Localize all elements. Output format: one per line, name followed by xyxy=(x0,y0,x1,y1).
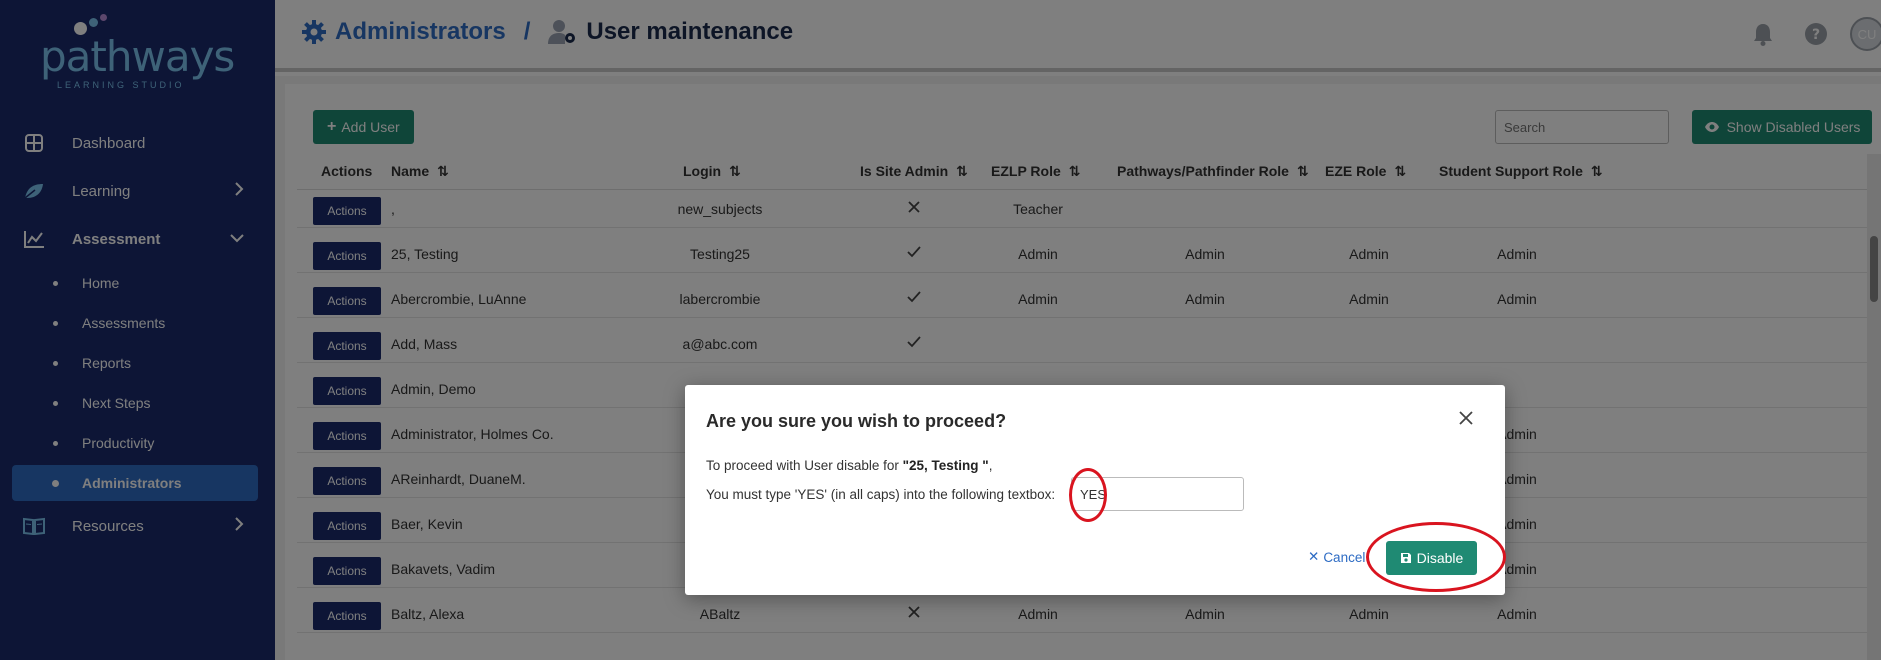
message-prefix: To proceed with User disable for xyxy=(706,458,899,473)
message-suffix: , xyxy=(988,458,993,473)
dialog-instruction: You must type 'YES' (in all caps) into t… xyxy=(706,487,1056,502)
annotation-circle-disable xyxy=(1366,522,1506,592)
cancel-label: Cancel xyxy=(1323,549,1366,565)
close-icon[interactable] xyxy=(1455,407,1477,429)
dialog-message: To proceed with User disable for "25, Te… xyxy=(706,458,992,473)
x-icon: ✕ xyxy=(1308,549,1320,564)
dialog-title: Are you sure you wish to proceed? xyxy=(706,411,1007,431)
annotation-circle-input xyxy=(1069,468,1107,522)
target-user: "25, Testing " xyxy=(902,458,989,473)
cancel-button[interactable]: ✕ Cancel xyxy=(1308,549,1365,565)
